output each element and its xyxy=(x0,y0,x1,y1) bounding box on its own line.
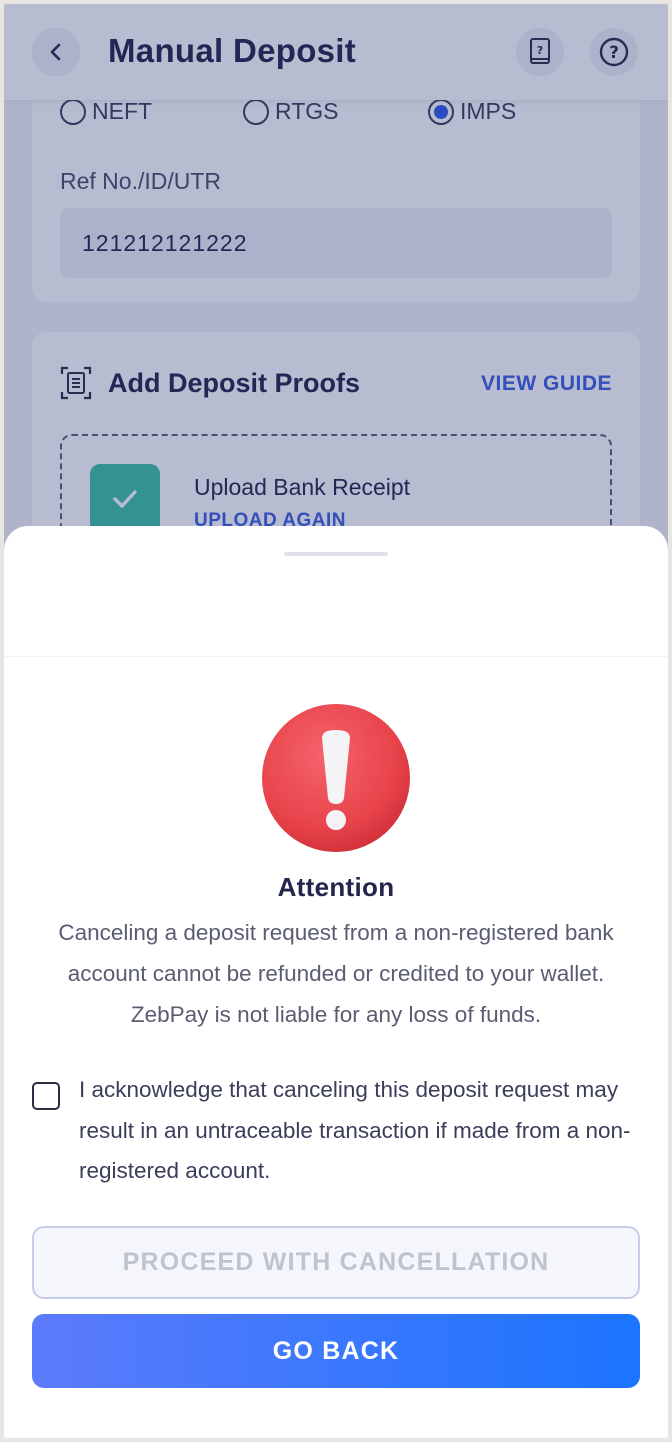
sheet-drag-handle[interactable] xyxy=(284,552,388,556)
go-back-button[interactable]: GO BACK xyxy=(32,1314,640,1388)
proceed-with-cancellation-button[interactable]: PROCEED WITH CANCELLATION xyxy=(32,1226,640,1299)
sheet-divider xyxy=(4,656,668,657)
screen: Manual Deposit ? ? NEFT RTGS IMPS Ref No… xyxy=(4,4,668,1438)
cancel-deposit-sheet: Attention Canceling a deposit request fr… xyxy=(4,526,668,1438)
acknowledge-label[interactable]: I acknowledge that canceling this deposi… xyxy=(79,1070,639,1192)
acknowledge-checkbox[interactable] xyxy=(32,1082,60,1110)
attention-heading: Attention xyxy=(277,872,395,902)
alert-exclamation-icon xyxy=(262,704,410,852)
warning-message: Canceling a deposit request from a non-r… xyxy=(58,920,614,1027)
